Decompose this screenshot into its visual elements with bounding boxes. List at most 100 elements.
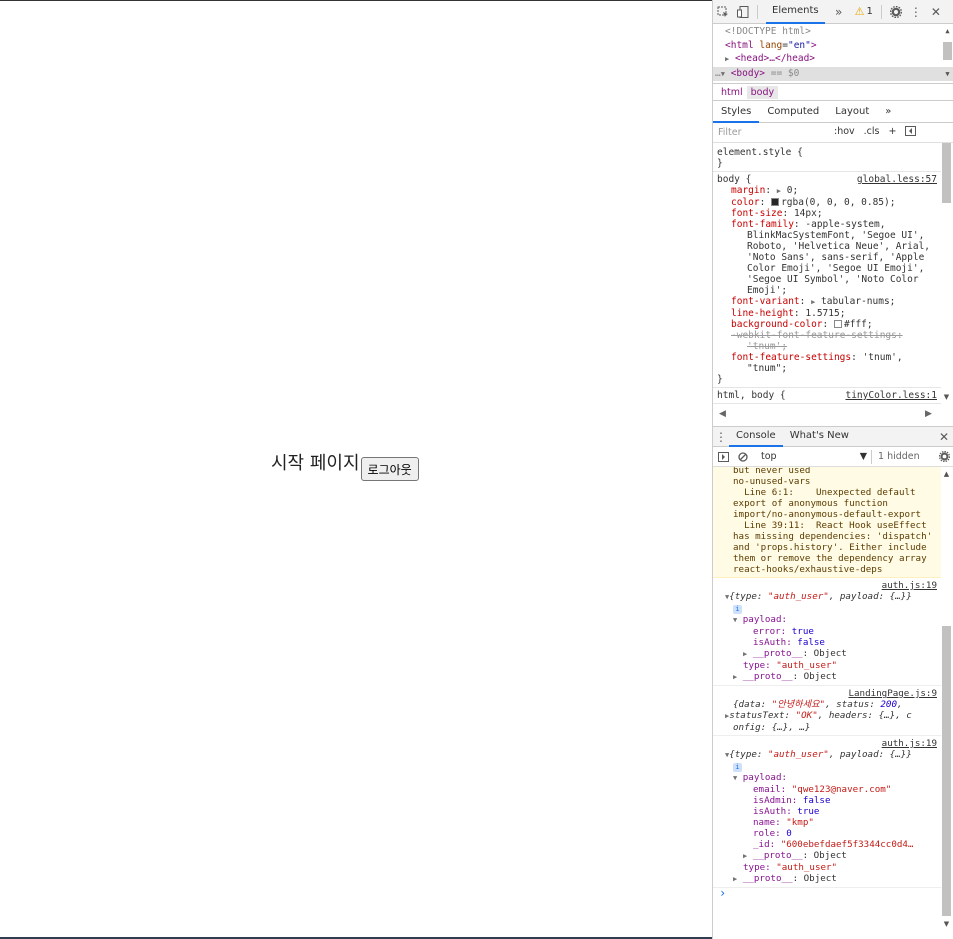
more-subtabs-button[interactable]: »: [877, 101, 899, 123]
clear-console-icon[interactable]: [733, 445, 753, 469]
object-key: error:: [753, 626, 787, 637]
property-name[interactable]: font-variant: [731, 296, 800, 307]
console-log-auth-1[interactable]: auth.js:19 ▼{type: "auth_user", payload:…: [713, 578, 941, 686]
new-rule-button[interactable]: +: [889, 126, 897, 139]
class-toggle[interactable]: .cls: [864, 126, 880, 139]
tab-styles[interactable]: Styles: [713, 101, 760, 123]
object-value: true: [797, 806, 820, 817]
dom-doctype[interactable]: <!DOCTYPE html>: [713, 25, 953, 39]
dom-tree-scrollbar[interactable]: ▲ ▼: [942, 25, 953, 80]
selected-node-marker: == $0: [770, 67, 800, 79]
computed-sidebar-icon[interactable]: [905, 126, 917, 139]
property-name[interactable]: font-size: [731, 208, 782, 219]
styles-horizontal-scrollbar[interactable]: ◀ ▶: [713, 407, 953, 423]
property-value[interactable]: 1.5715;: [805, 308, 845, 319]
property-value-continued: BlinkMacSystemFont, 'Segoe UI',: [747, 230, 925, 241]
tab-whats-new[interactable]: What's New: [783, 426, 856, 447]
log-source-link[interactable]: LandingPage.js:9: [733, 688, 937, 699]
property-value[interactable]: -apple-system,: [805, 219, 885, 230]
expand-arrow-icon[interactable]: ▶: [811, 298, 815, 306]
property-value-continued: Emoji';: [747, 285, 788, 296]
dom-head-node[interactable]: ▶ <head>…</head>: [713, 52, 953, 67]
style-property: color: rgba(0, 0, 0, 0.85);: [731, 197, 896, 208]
log-source-link[interactable]: auth.js:19: [733, 580, 937, 591]
styles-filter-bar: Filter :hov .cls +: [713, 123, 953, 143]
scroll-left-icon[interactable]: ◀: [719, 409, 726, 419]
expand-arrow-icon[interactable]: ▶: [725, 55, 729, 63]
info-icon[interactable]: i: [733, 763, 742, 772]
expand-arrow-icon[interactable]: ▶: [743, 852, 747, 860]
collapse-arrow-icon[interactable]: ▼: [733, 774, 737, 782]
rule-source-link[interactable]: global.less:57: [857, 174, 937, 185]
inspect-icon[interactable]: [713, 0, 733, 24]
property-name[interactable]: background-color: [731, 319, 823, 330]
tab-layout[interactable]: Layout: [827, 101, 877, 123]
property-name[interactable]: font-family: [731, 219, 794, 230]
style-property: margin: ▶ 0;: [731, 185, 799, 196]
expand-arrow-icon[interactable]: ▶: [743, 650, 747, 658]
object-key: name:: [753, 817, 781, 828]
property-value[interactable]: rgba(0, 0, 0, 0.85);: [781, 197, 895, 208]
console-log-landing[interactable]: LandingPage.js:9 {data: "안녕하세요", status:…: [713, 686, 941, 736]
close-devtools-button[interactable]: ✕: [926, 0, 946, 24]
device-toggle-icon[interactable]: [733, 0, 753, 24]
object-value: "600ebefdaef5f3344cc0d4…: [780, 839, 914, 850]
color-swatch[interactable]: [833, 320, 842, 328]
logout-button[interactable]: 로그아웃: [360, 457, 419, 481]
property-value[interactable]: #fff;: [844, 319, 873, 330]
hover-state-toggle[interactable]: :hov: [834, 126, 855, 139]
console-warning[interactable]: but never used no-unused-vars Line 6:1: …: [713, 467, 941, 578]
log-summary-type: "auth_user": [767, 749, 829, 760]
body-rule[interactable]: body {global.less:57 margin: ▶ 0; color:…: [713, 172, 941, 388]
console-sidebar-icon[interactable]: [713, 445, 733, 469]
element-style-rule[interactable]: element.style { }: [713, 145, 941, 172]
object-key: payload:: [742, 614, 788, 625]
dom-html-node[interactable]: <html lang="en">: [713, 39, 953, 53]
property-name[interactable]: line-height: [731, 308, 794, 319]
collapse-arrow-icon[interactable]: ▼: [733, 616, 737, 624]
overridden-property-continued: 'tnum';: [747, 341, 788, 352]
breadcrumb-body[interactable]: body: [746, 85, 779, 99]
scroll-right-icon[interactable]: ▶: [925, 409, 932, 419]
expand-arrow-icon[interactable]: ▼: [721, 70, 725, 78]
gear-icon[interactable]: [934, 445, 953, 469]
html-body-rule[interactable]: html, body {tinyColor.less:1: [713, 388, 941, 404]
property-name[interactable]: margin: [731, 185, 765, 196]
console-scrollbar[interactable]: ▲ ▼: [941, 470, 952, 936]
object-key: _id:: [753, 839, 776, 850]
overridden-property[interactable]: -webkit-font-feature-settings:: [717, 330, 937, 341]
console-prompt[interactable]: ›: [713, 887, 941, 899]
styles-scrollbar[interactable]: ▼: [941, 143, 952, 405]
more-tabs-button[interactable]: »: [829, 0, 849, 24]
info-icon[interactable]: i: [733, 605, 742, 614]
style-property: background-color: #fff;: [731, 319, 873, 330]
expand-arrow-icon[interactable]: ▶: [733, 673, 737, 681]
property-name[interactable]: font-feature-settings: [731, 352, 851, 363]
breadcrumb-html[interactable]: html: [717, 86, 747, 99]
property-name[interactable]: color: [731, 197, 760, 208]
object-value: "qwe123@naver.com": [791, 784, 892, 795]
property-value-continued: Roboto, 'Helvetica Neue', Arial,: [747, 241, 931, 252]
kebab-menu-icon[interactable]: ⋮: [906, 0, 926, 24]
tab-elements[interactable]: Elements: [766, 0, 825, 24]
console-log-auth-2[interactable]: auth.js:19 ▼{type: "auth_user", payload:…: [713, 736, 941, 888]
tab-computed[interactable]: Computed: [759, 101, 827, 123]
warnings-badge[interactable]: ⚠ 1: [855, 5, 873, 18]
log-source-link[interactable]: auth.js:19: [733, 738, 937, 749]
property-value[interactable]: 0;: [787, 185, 798, 196]
expand-arrow-icon[interactable]: ▶: [777, 187, 781, 195]
property-value[interactable]: tabular-nums;: [821, 296, 895, 307]
gear-icon[interactable]: [886, 0, 906, 24]
property-value[interactable]: 14px;: [794, 208, 823, 219]
context-selector[interactable]: top ▼: [761, 451, 867, 462]
context-value: top: [761, 451, 777, 462]
hidden-messages-count[interactable]: 1 hidden: [878, 451, 920, 462]
style-property: font-variant: ▶ tabular-nums;: [731, 296, 896, 307]
object-key: __proto__: [752, 648, 803, 659]
expand-arrow-icon[interactable]: ▶: [733, 875, 737, 883]
styles-filter-input[interactable]: Filter: [718, 127, 828, 138]
dom-body-node[interactable]: …▼ <body> == $0: [713, 66, 953, 81]
property-value[interactable]: 'tnum',: [863, 352, 903, 363]
rule-source-link[interactable]: tinyColor.less:1: [845, 390, 937, 401]
color-swatch[interactable]: [771, 198, 780, 206]
